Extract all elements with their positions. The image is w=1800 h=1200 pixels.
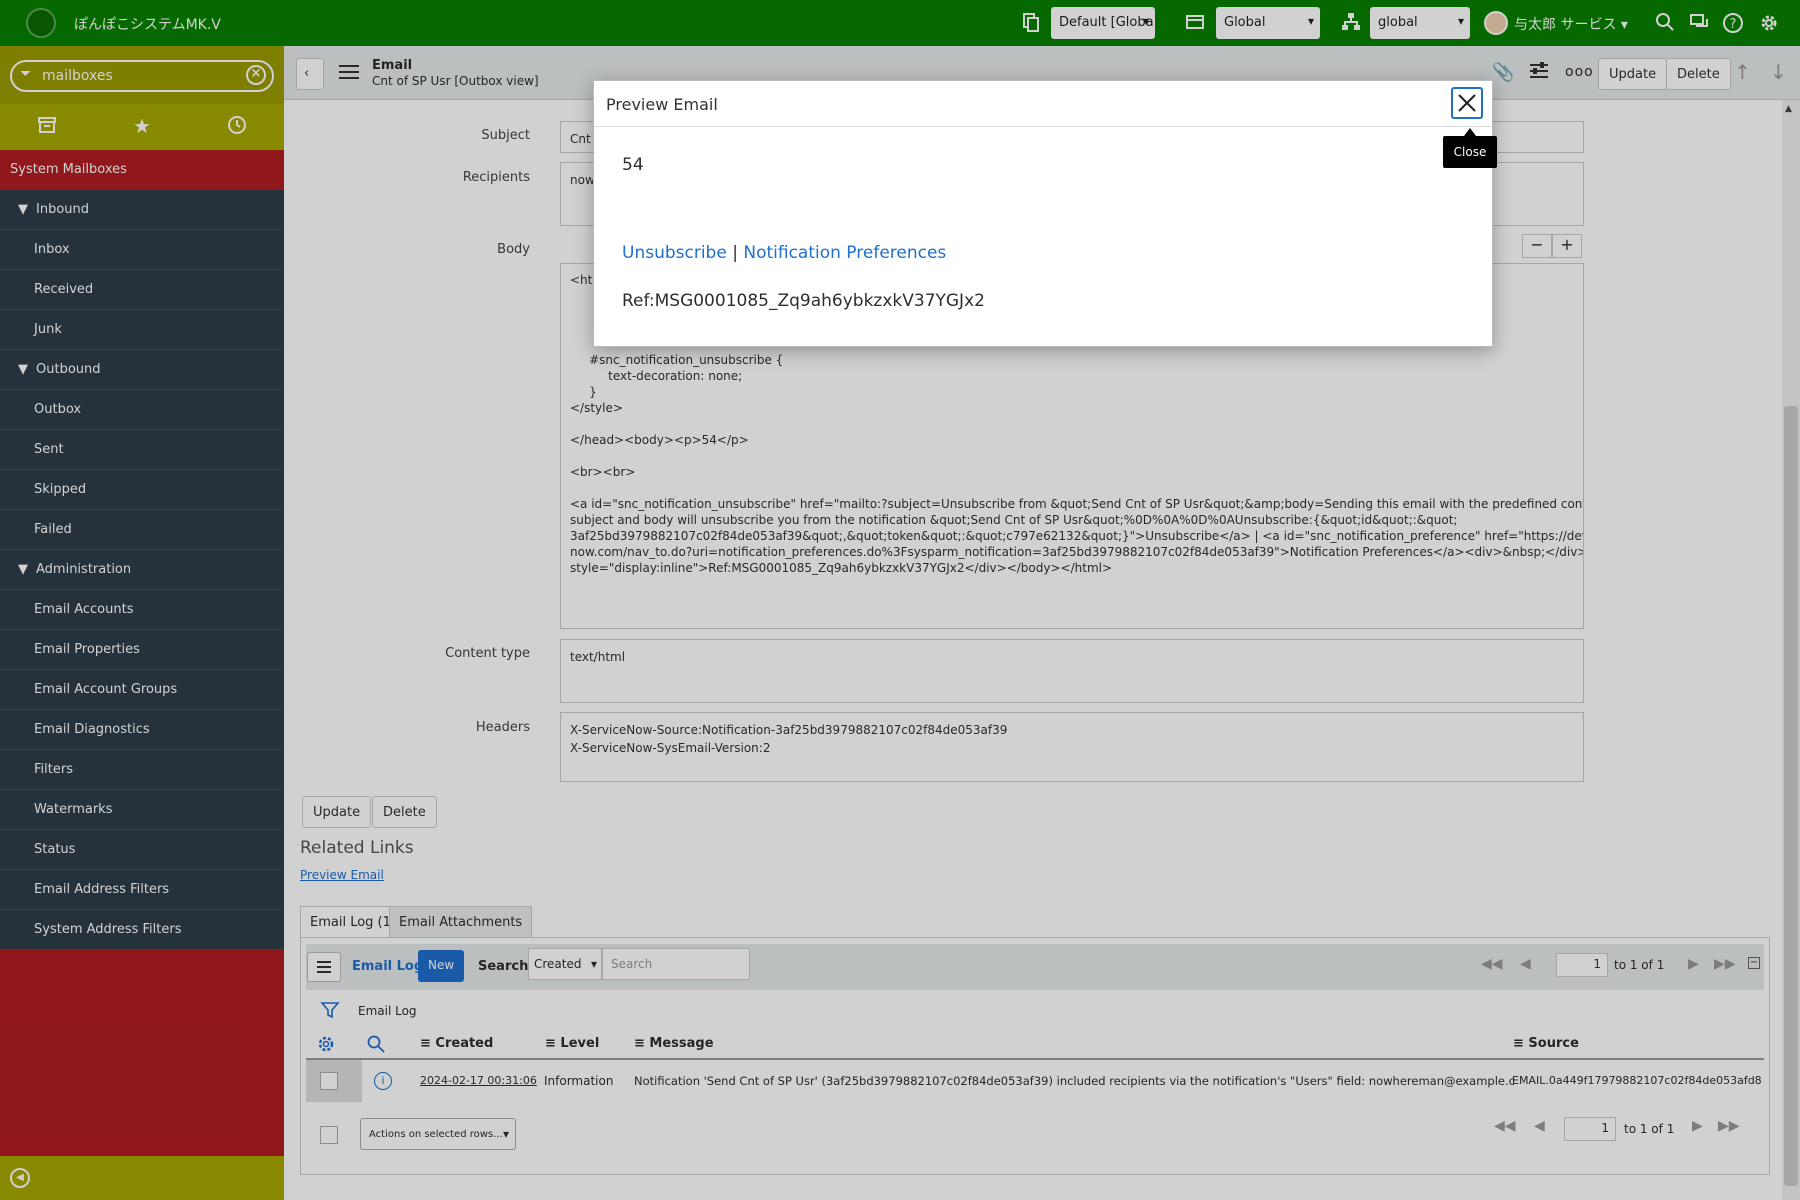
unsubscribe-link[interactable]: Unsubscribe: [622, 243, 727, 263]
close-button[interactable]: [1451, 87, 1483, 119]
modal-title: Preview Email: [606, 95, 718, 114]
preview-email-modal: Preview Email 54 Unsubscribe | Notificat…: [593, 80, 1493, 347]
close-icon: [1458, 94, 1476, 112]
preview-body-number: 54: [622, 155, 644, 175]
notification-preferences-link[interactable]: Notification Preferences: [743, 243, 946, 263]
close-tooltip: Close: [1443, 128, 1497, 168]
preview-links: Unsubscribe | Notification Preferences: [622, 243, 946, 263]
modal-header: Preview Email: [594, 81, 1492, 127]
preview-ref: Ref:MSG0001085_Zq9ah6ybkzxkV37YGJx2: [622, 291, 985, 311]
link-separator: |: [732, 243, 738, 263]
